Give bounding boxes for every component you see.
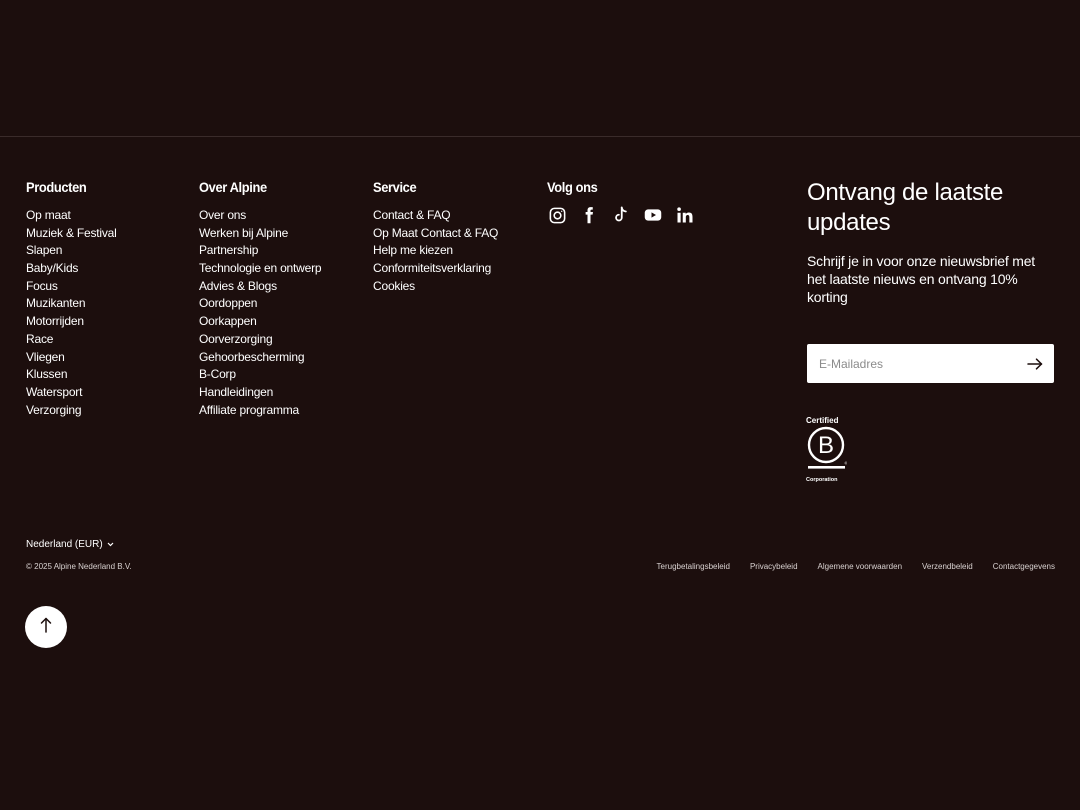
service-link-cookies[interactable]: Cookies [373, 278, 498, 296]
products-link-op-maat[interactable]: Op maat [26, 207, 117, 225]
products-link-klussen[interactable]: Klussen [26, 366, 117, 384]
products-link-focus[interactable]: Focus [26, 278, 117, 296]
products-link-watersport[interactable]: Watersport [26, 384, 117, 402]
products-link-muzikanten[interactable]: Muzikanten [26, 295, 117, 313]
country-selector[interactable]: Nederland (EUR) [26, 538, 114, 552]
arrow-up-icon [40, 617, 52, 638]
tiktok-icon[interactable] [611, 205, 631, 225]
about-link-oorkappen[interactable]: Oorkappen [199, 313, 321, 331]
scroll-to-top-button[interactable] [25, 606, 67, 648]
about-link-oordoppen[interactable]: Oordoppen [199, 295, 321, 313]
legal-link-contact[interactable]: Contactgegevens [993, 561, 1055, 573]
about-link-technologie[interactable]: Technologie en ontwerp [199, 260, 322, 278]
service-link-conformiteit[interactable]: Conformiteitsverklaring [373, 260, 498, 278]
email-input[interactable] [817, 355, 1026, 372]
products-link-race[interactable]: Race [26, 331, 117, 349]
service-heading: Service [373, 179, 417, 195]
about-link-oorverzorging[interactable]: Oorverzorging [199, 331, 321, 349]
instagram-icon[interactable] [547, 205, 567, 225]
newsletter-form [807, 344, 1054, 383]
footer-divider [0, 136, 1080, 137]
newsletter-title: Ontvang de laatste updates [807, 179, 1004, 236]
legal-link-terms[interactable]: Algemene voorwaarden [818, 561, 903, 573]
about-link-handleidingen[interactable]: Handleidingen [199, 384, 321, 402]
about-column: Over Alpine Over ons Werken bij Alpine P… [199, 178, 322, 420]
about-link-advies-blogs[interactable]: Advies & Blogs [199, 278, 321, 296]
products-link-muziek-festival[interactable]: Muziek & Festival [26, 225, 117, 243]
service-link-op-maat-contact[interactable]: Op Maat Contact & FAQ [373, 225, 498, 243]
service-link-help-me-kiezen[interactable]: Help me kiezen [373, 242, 498, 260]
youtube-icon[interactable] [643, 205, 663, 225]
bcorp-certified-label: Certified [806, 416, 839, 425]
service-link-contact-faq[interactable]: Contact & FAQ [373, 207, 498, 225]
bcorp-registered-mark: ® [845, 461, 848, 466]
bcorp-letter: B [818, 432, 834, 459]
newsletter-section: Ontvang de laatste updates Schrijf je in… [807, 178, 1057, 306]
about-link-b-corp[interactable]: B-Corp [199, 366, 321, 384]
chevron-down-icon [107, 538, 114, 552]
about-link-gehoorbescherming[interactable]: Gehoorbescherming [199, 349, 321, 367]
bcorp-logo: Certified B ® Corporation [806, 416, 848, 484]
arrow-right-icon[interactable] [1026, 355, 1044, 373]
about-heading: Over Alpine [199, 179, 267, 195]
products-link-baby-kids[interactable]: Baby/Kids [26, 260, 117, 278]
linkedin-icon[interactable] [675, 205, 695, 225]
social-icons [547, 205, 695, 225]
about-link-partnership[interactable]: Partnership [199, 242, 321, 260]
legal-link-shipping[interactable]: Verzendbeleid [922, 561, 973, 573]
bcorp-corporation-label: Corporation [806, 477, 838, 483]
products-link-motorrijden[interactable]: Motorrijden [26, 313, 117, 331]
products-link-slapen[interactable]: Slapen [26, 242, 117, 260]
about-link-werken[interactable]: Werken bij Alpine [199, 225, 321, 243]
social-heading: Volg ons [547, 179, 598, 195]
social-column: Volg ons [547, 178, 695, 225]
legal-link-privacy[interactable]: Privacybeleid [750, 561, 798, 573]
about-link-affiliate[interactable]: Affiliate programma [199, 402, 321, 420]
service-column: Service Contact & FAQ Op Maat Contact & … [373, 178, 498, 295]
legal-links: Terugbetalingsbeleid Privacybeleid Algem… [657, 561, 1055, 573]
products-heading: Producten [26, 179, 87, 195]
products-column: Producten Op maat Muziek & Festival Slap… [26, 178, 117, 419]
about-link-over-ons[interactable]: Over ons [199, 207, 321, 225]
legal-link-refund[interactable]: Terugbetalingsbeleid [657, 561, 730, 573]
facebook-icon[interactable] [579, 205, 599, 225]
bcorp-b-icon: B ® [807, 426, 848, 469]
copyright-text: © 2025 Alpine Nederland B.V. [26, 562, 132, 571]
products-link-vliegen[interactable]: Vliegen [26, 349, 117, 367]
products-link-verzorging[interactable]: Verzorging [26, 402, 117, 420]
country-label: Nederland (EUR) [26, 539, 103, 550]
newsletter-text: Schrijf je in voor onze nieuwsbrief met … [807, 253, 1035, 305]
